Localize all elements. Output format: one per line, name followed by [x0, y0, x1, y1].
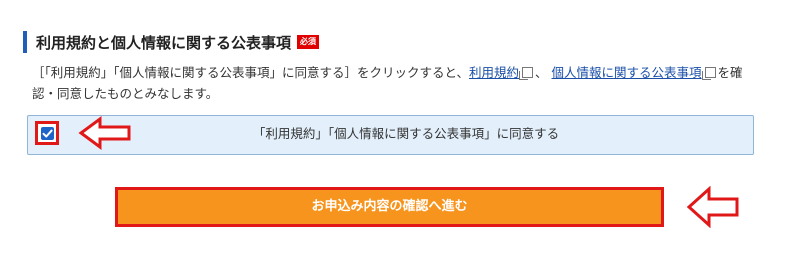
agreement-checkbox[interactable]: [41, 127, 54, 140]
pointer-arrow-icon: [686, 186, 739, 228]
privacy-link[interactable]: 個人情報に関する公表事項: [552, 65, 702, 80]
consent-notice: ［「利用規約」「個人情報に関する公表事項」に同意する］をクリックすると、利用規約…: [32, 62, 752, 104]
notice-separator: 、: [535, 65, 548, 80]
section-title: 利用規約と個人情報に関する公表事項 必須: [23, 31, 320, 53]
external-window-icon: [519, 67, 534, 80]
notice-text-before: ［「利用規約」「個人情報に関する公表事項」に同意する］をクリックすると、: [32, 65, 470, 80]
required-badge: 必須: [297, 35, 320, 49]
checkmark-icon: [42, 129, 53, 138]
section-title-text: 利用規約と個人情報に関する公表事項: [36, 33, 292, 52]
checkbox-highlight: [35, 121, 59, 145]
terms-link[interactable]: 利用規約: [469, 65, 519, 80]
external-window-icon: [701, 67, 716, 80]
agreement-label[interactable]: 「利用規約」「個人情報に関する公表事項」に同意する: [60, 115, 752, 153]
submit-button[interactable]: お申込み内容の確認へ進む: [115, 187, 664, 227]
